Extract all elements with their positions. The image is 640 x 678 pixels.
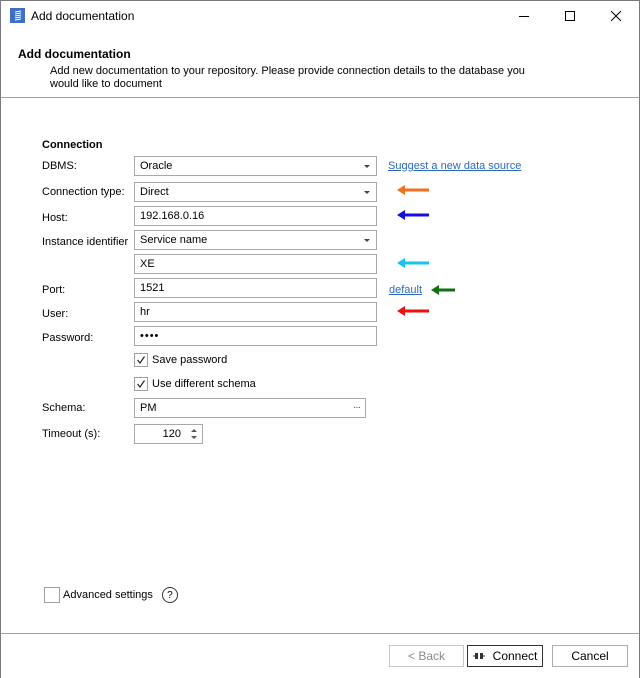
blue-arrow-icon [397, 210, 429, 220]
port-input[interactable]: 1521 [134, 278, 377, 298]
connect-button[interactable]: Connect [467, 645, 543, 667]
close-button[interactable] [593, 1, 639, 31]
save-password-checkbox[interactable]: Save password [134, 352, 227, 368]
connection-type-value: Direct [140, 186, 169, 198]
schema-input[interactable]: PM ··· [134, 398, 366, 418]
checkmark-icon [137, 380, 145, 388]
instance-value-input[interactable]: XE [134, 254, 377, 274]
connection-section-title: Connection [42, 139, 103, 151]
timeout-value: 120 [162, 428, 181, 440]
timeout-label: Timeout (s): [42, 428, 101, 440]
cancel-button[interactable]: Cancel [552, 645, 628, 667]
maximize-icon [565, 11, 575, 21]
checkmark-icon [137, 356, 145, 364]
chevron-down-icon [364, 165, 370, 168]
schema-label: Schema: [42, 402, 86, 414]
save-password-label: Save password [152, 354, 228, 366]
connection-type-label: Connection type: [42, 186, 125, 198]
use-different-schema-checkbox[interactable]: Use different schema [134, 376, 256, 392]
checkbox-box[interactable] [44, 587, 60, 603]
host-label: Host: [42, 212, 68, 224]
dbms-value: Oracle [140, 160, 173, 172]
minimize-icon [519, 16, 529, 17]
chevron-down-icon [364, 239, 370, 242]
dbms-label: DBMS: [42, 160, 77, 172]
instance-identifier-select[interactable]: Service name [134, 230, 377, 250]
port-default-link[interactable]: default [389, 284, 422, 296]
advanced-settings-label: Advanced settings [63, 589, 153, 601]
schema-value: PM [140, 402, 157, 414]
wizard-header: Add documentation Add new documentation … [1, 31, 639, 98]
help-icon[interactable]: ? [161, 587, 178, 603]
host-input[interactable]: 192.168.0.16 [134, 206, 377, 226]
port-label: Port: [42, 284, 66, 296]
maximize-button[interactable] [547, 1, 593, 31]
green-arrow-icon [431, 285, 455, 295]
connection-type-select[interactable]: Direct [134, 182, 377, 202]
spin-up-down-icon[interactable] [190, 428, 198, 440]
instance-identifier-value: Service name [140, 234, 208, 246]
page-description: Add new documentation to your repository… [50, 65, 525, 90]
connect-label: Connect [492, 649, 538, 663]
browse-ellipsis-button[interactable]: ··· [353, 399, 361, 417]
dbms-select[interactable]: Oracle [134, 156, 377, 176]
red-arrow-icon [397, 306, 429, 316]
chevron-down-icon [364, 191, 370, 194]
suggest-data-source-link[interactable]: Suggest a new data source [388, 160, 521, 172]
password-label: Password: [42, 332, 94, 344]
back-button[interactable]: < Back [389, 645, 464, 667]
user-label: User: [42, 308, 69, 320]
cyan-arrow-icon [397, 258, 429, 268]
advanced-settings-checkbox[interactable]: Advanced settings ? [44, 587, 178, 603]
add-documentation-dialog: Add documentation Add documentation Add … [0, 0, 640, 678]
minimize-button[interactable] [501, 1, 547, 31]
window-title: Add documentation [31, 9, 135, 23]
user-input[interactable]: hr [134, 302, 377, 322]
plug-connect-icon [472, 652, 485, 660]
checkbox-box[interactable] [134, 353, 148, 367]
orange-arrow-icon [397, 185, 429, 195]
password-input[interactable]: •••• [134, 326, 377, 346]
app-document-icon [10, 8, 25, 23]
wizard-footer: < Back Connect Cancel [1, 633, 639, 678]
instance-identifier-label: Instance identifier [42, 236, 129, 248]
timeout-stepper[interactable]: 120 [134, 424, 203, 444]
close-icon [611, 11, 621, 21]
checkbox-box[interactable] [134, 377, 148, 391]
use-different-schema-label: Use different schema [152, 378, 256, 390]
title-bar: Add documentation [1, 1, 639, 31]
page-title: Add documentation [18, 47, 131, 61]
